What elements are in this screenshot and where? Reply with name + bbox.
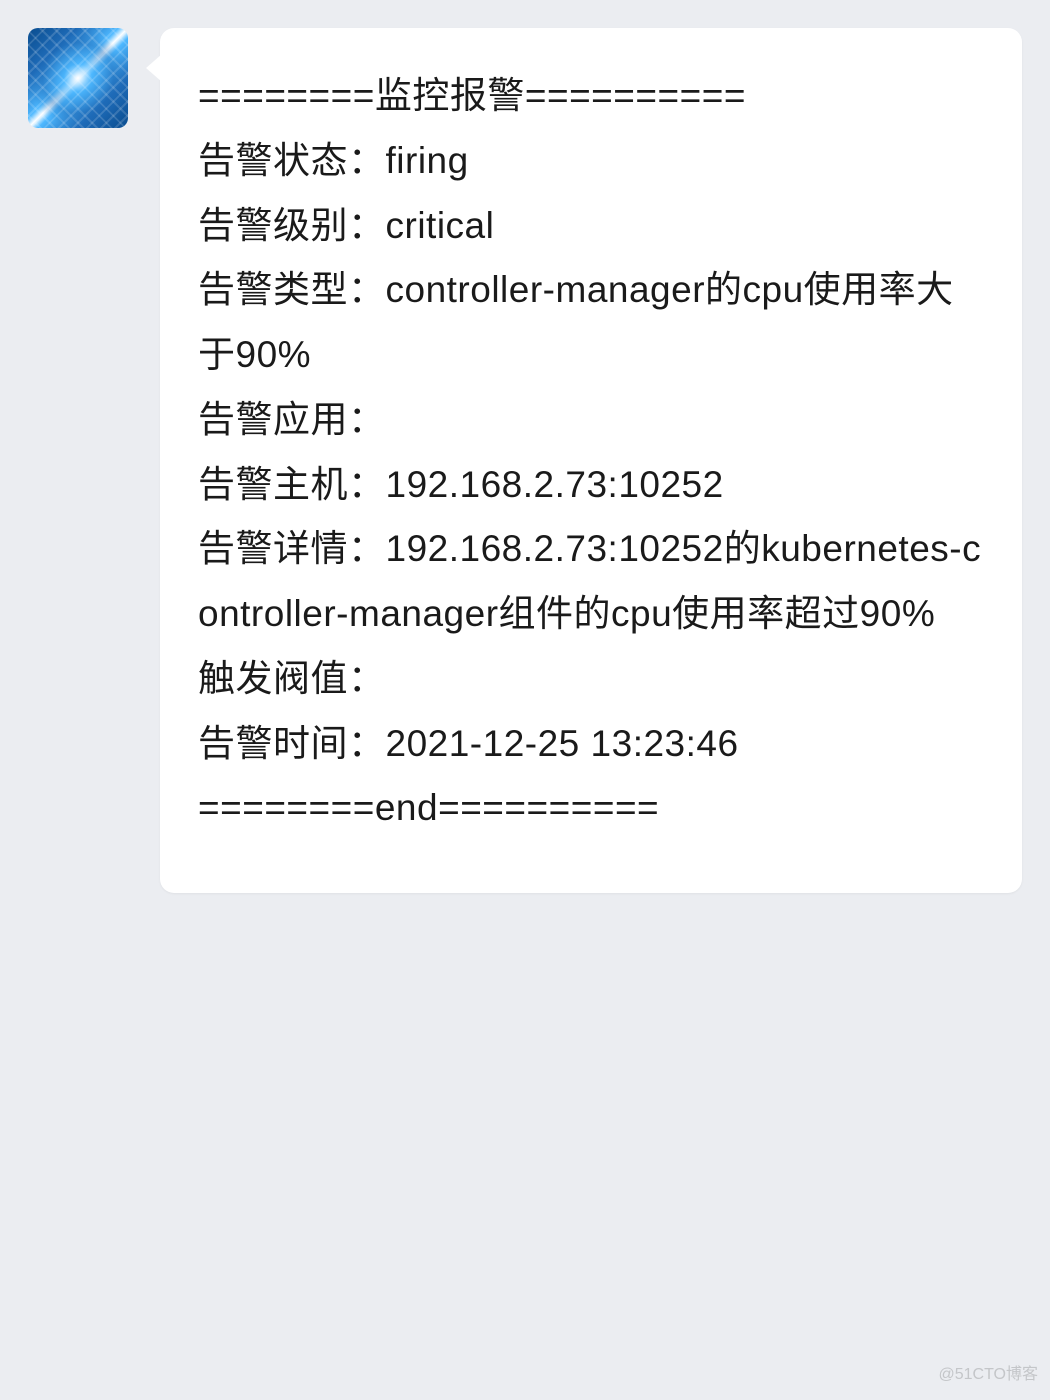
type-label: 告警类型： [198,269,386,310]
time-label: 告警时间： [198,723,386,764]
status-label: 告警状态： [198,140,386,181]
level-value: critical [386,205,495,246]
host-value: 192.168.2.73:10252 [386,464,724,505]
message-bubble[interactable]: ========监控报警========== 告警状态：firing 告警级别：… [160,28,1022,893]
message-text: ========监控报警========== 告警状态：firing 告警级别：… [198,64,984,841]
host-label: 告警主机： [198,464,386,505]
alert-footer: ========end========== [198,787,659,828]
status-value: firing [386,140,469,181]
detail-label: 告警详情： [198,528,386,569]
chat-container: ========监控报警========== 告警状态：firing 告警级别：… [0,0,1050,913]
alert-header: ========监控报警========== [198,75,746,116]
level-label: 告警级别： [198,205,386,246]
app-label: 告警应用： [198,399,386,440]
avatar[interactable] [28,28,128,128]
watermark: @51CTO博客 [938,1360,1038,1384]
time-value: 2021-12-25 13:23:46 [386,723,739,764]
threshold-label: 触发阀值： [198,658,386,699]
